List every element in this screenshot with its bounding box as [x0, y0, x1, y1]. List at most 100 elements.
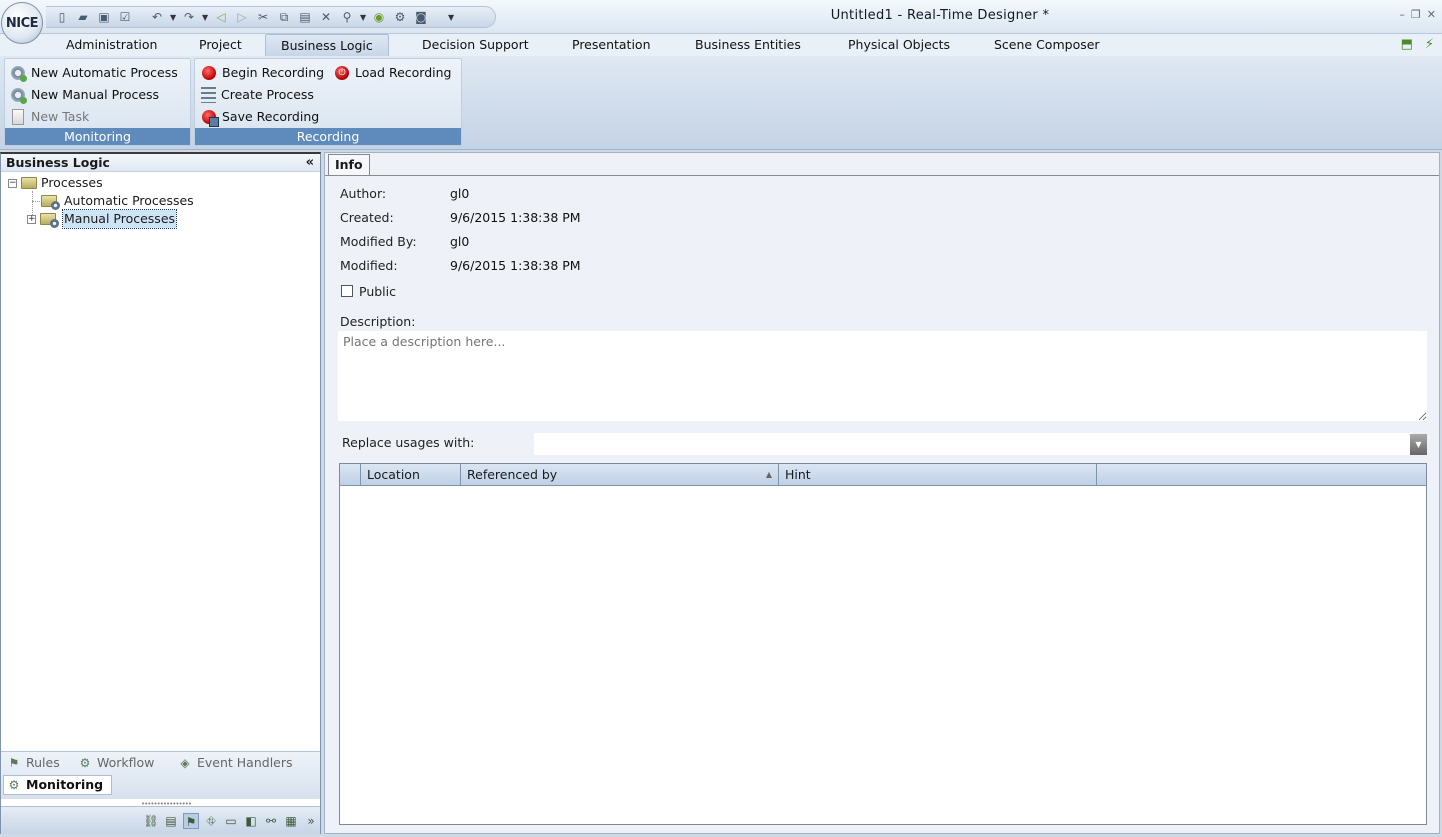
create-process-button[interactable]: Create Process: [201, 85, 314, 105]
tree-item-processes[interactable]: − Processes: [8, 174, 103, 192]
open-folder-icon[interactable]: ▰: [75, 9, 91, 25]
column-hint[interactable]: Hint: [779, 464, 1097, 486]
cube-icon[interactable]: ◧: [243, 813, 259, 829]
run-icon[interactable]: ◉: [371, 9, 387, 25]
table-header: Location Referenced by ▲ Hint: [340, 464, 1426, 486]
tab-monitoring[interactable]: ⚙ Monitoring: [3, 775, 113, 795]
task-icon: [12, 109, 24, 125]
created-label: Created:: [340, 210, 394, 225]
check-in-icon[interactable]: ☑: [117, 9, 133, 25]
app-logo[interactable]: NICE: [1, 2, 43, 44]
description-label: Description:: [340, 314, 416, 329]
camera-icon[interactable]: ◙: [413, 9, 429, 25]
panel-title: Business Logic: [6, 155, 110, 170]
forward-icon[interactable]: ▷: [234, 9, 250, 25]
cut-icon[interactable]: ✂: [255, 9, 271, 25]
public-checkbox[interactable]: [341, 285, 353, 297]
close-icon[interactable]: ✕: [1427, 8, 1436, 21]
panel-header: Business Logic «: [1, 154, 320, 172]
entities-icon[interactable]: ⛓: [143, 813, 159, 829]
delete-icon[interactable]: ✕: [318, 9, 334, 25]
new-automatic-process-label: New Automatic Process: [31, 65, 178, 80]
search-icon[interactable]: ⚲: [339, 9, 355, 25]
new-automatic-process-button[interactable]: New Automatic Process: [10, 63, 178, 83]
tab-project[interactable]: Project: [193, 34, 248, 56]
usages-table: Location Referenced by ▲ Hint: [339, 463, 1427, 825]
description-input[interactable]: [338, 331, 1427, 421]
info-panel: Info Author: gl0 Created: 9/6/2015 1:38:…: [324, 152, 1440, 834]
tab-scene-composer[interactable]: Scene Composer: [988, 34, 1106, 56]
dropdown-arrow-icon[interactable]: ▼: [1410, 434, 1427, 455]
save-icon[interactable]: ▣: [96, 9, 112, 25]
tools-icon[interactable]: ⚡: [1425, 37, 1434, 52]
rules-flag-icon[interactable]: ⚑: [183, 813, 199, 829]
print-icon[interactable]: ▦: [283, 813, 299, 829]
tab-business-logic[interactable]: Business Logic: [265, 34, 389, 56]
more-tools-icon[interactable]: »: [303, 813, 319, 829]
collapse-panel-icon[interactable]: «: [306, 154, 314, 172]
tab-rules[interactable]: ⚑ Rules: [7, 753, 60, 773]
record-icon: [202, 66, 216, 80]
load-recording-button[interactable]: ⏻ Load Recording: [334, 63, 451, 83]
load-recording-label: Load Recording: [355, 65, 452, 80]
tab-label: Event Handlers: [197, 755, 293, 770]
column-referenced-by[interactable]: Referenced by ▲: [461, 464, 779, 486]
restore-icon[interactable]: ❐: [1411, 8, 1421, 21]
tab-event-handlers[interactable]: ◈ Event Handlers: [178, 753, 293, 773]
new-manual-process-button[interactable]: New Manual Process: [10, 85, 159, 105]
tab-administration[interactable]: Administration: [60, 34, 163, 56]
column-location[interactable]: Location: [361, 464, 461, 486]
tree-item-automatic-processes[interactable]: Automatic Processes: [41, 192, 194, 210]
back-icon[interactable]: ◁: [213, 9, 229, 25]
tree-item-manual-processes[interactable]: + Manual Processes: [27, 209, 178, 229]
workflow-tool-icon[interactable]: ⛗: [203, 813, 219, 829]
help-icons: ⬒ ⚡: [1401, 37, 1434, 52]
title-bar: ▯ ▰ ▣ ☑ ↶ ▼ ↷ ▼ ◁ ▷ ✂ ⧉ ▤ ✕ ⚲ ▼ ◉ ⚙ ◙ ▼ …: [0, 0, 1442, 34]
redo-dropdown-icon[interactable]: ▼: [202, 13, 208, 22]
ribbon: New Automatic Process New Manual Process…: [0, 56, 1442, 150]
paste-icon[interactable]: ▤: [297, 9, 313, 25]
collapse-toggle-icon[interactable]: −: [8, 178, 17, 188]
connector-icon[interactable]: ⚯: [263, 813, 279, 829]
tab-business-entities[interactable]: Business Entities: [689, 34, 807, 56]
expand-toggle-icon[interactable]: +: [27, 214, 36, 224]
redo-icon[interactable]: ↷: [181, 9, 197, 25]
monitoring-icon: ⚙: [8, 778, 20, 792]
save-recording-button[interactable]: Save Recording: [201, 107, 319, 127]
automatic-process-icon: [10, 65, 27, 82]
tab-info[interactable]: Info: [328, 154, 370, 176]
logo-text: NICE: [5, 15, 39, 31]
new-task-button[interactable]: New Task: [10, 107, 89, 127]
save-recording-label: Save Recording: [222, 109, 320, 124]
customize-toolbar-icon[interactable]: ▼: [448, 13, 454, 22]
minimize-icon[interactable]: –: [1399, 8, 1405, 21]
settings-icon[interactable]: ⚙: [392, 9, 408, 25]
window-title: Untitled1 - Real-Time Designer *: [830, 8, 1050, 23]
automatic-process-folder-icon: [41, 195, 60, 210]
copy-icon[interactable]: ⧉: [276, 9, 292, 25]
replace-usages-select[interactable]: [534, 433, 1412, 455]
tab-label: Monitoring: [26, 777, 104, 792]
created-value: 9/6/2015 1:38:38 PM: [450, 210, 581, 225]
new-file-icon[interactable]: ▯: [54, 9, 70, 25]
begin-recording-label: Begin Recording: [222, 65, 325, 80]
menu-bar: Administration Project Business Logic De…: [0, 34, 1442, 56]
begin-recording-button[interactable]: Begin Recording: [201, 63, 324, 83]
tree-label: Automatic Processes: [64, 193, 194, 208]
documents-icon[interactable]: ▤: [163, 813, 179, 829]
feedback-icon[interactable]: ⬒: [1401, 37, 1413, 52]
tab-label: Rules: [26, 755, 60, 770]
manual-process-icon: [10, 87, 27, 104]
tab-presentation[interactable]: Presentation: [566, 34, 657, 56]
search-dropdown-icon[interactable]: ▼: [360, 13, 366, 22]
public-label: Public: [359, 284, 396, 299]
undo-dropdown-icon[interactable]: ▼: [170, 13, 176, 22]
tab-decision-support[interactable]: Decision Support: [416, 34, 535, 56]
window-controls: – ❐ ✕: [1399, 8, 1436, 21]
tab-workflow[interactable]: ⚙ Workflow: [78, 753, 155, 773]
new-manual-process-label: New Manual Process: [31, 87, 160, 102]
undo-icon[interactable]: ↶: [149, 9, 165, 25]
monitor-icon[interactable]: ▭: [223, 813, 239, 829]
tab-physical-objects[interactable]: Physical Objects: [842, 34, 956, 56]
column-label: Referenced by: [467, 467, 558, 482]
